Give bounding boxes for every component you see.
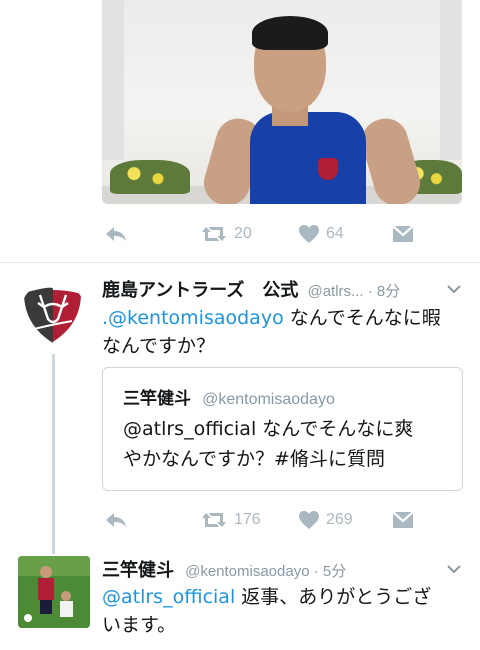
quoted-mention: @atlrs_official — [123, 418, 257, 440]
like-count: 64 — [326, 225, 344, 242]
display-name[interactable]: 三竿健斗 — [102, 560, 174, 581]
tweet1-text-line2: なんですか？ — [102, 335, 216, 357]
tweet1-actions: 176 269 — [102, 508, 422, 532]
handle-time[interactable]: @kentomisaodayo · 5分 — [185, 563, 346, 580]
retweet-button[interactable]: 20 — [200, 224, 252, 244]
quoted-header: 三竿健斗 @kentomisaodayo — [123, 384, 335, 409]
reply-icon — [106, 227, 126, 241]
player-photo-icon — [18, 556, 90, 628]
divider — [0, 262, 480, 263]
chevron-down-icon — [447, 285, 461, 294]
quoted-line2: やかなんですか？#脩斗に質問 — [123, 448, 385, 470]
tweet1-text: .@kentomisaodayo なんでそんなに暇 なんですか？ — [102, 304, 462, 360]
reply-button[interactable] — [104, 224, 128, 244]
top-tweet-actions: 20 64 — [102, 222, 422, 246]
retweet-button[interactable]: 176 — [200, 510, 261, 530]
like-button[interactable]: 64 — [298, 224, 344, 244]
retweet-icon — [202, 227, 226, 241]
tweet-photo[interactable] — [102, 0, 462, 204]
dm-button[interactable] — [392, 225, 414, 243]
tweet1-text-line1: なんでそんなに暇 — [283, 307, 441, 329]
mention-link[interactable]: .@kentomisaodayo — [102, 307, 284, 329]
mention-link[interactable]: @atlrs_official — [102, 586, 235, 608]
tweet1-menu[interactable] — [446, 280, 462, 299]
tweet1-header: 鹿島アントラーズ 公式 @atlrs... · 8分 — [102, 276, 442, 302]
heart-icon — [299, 511, 319, 529]
tweet2-line2: います。 — [102, 614, 177, 636]
antlers-logo-icon — [22, 287, 84, 345]
chevron-down-icon — [447, 565, 461, 574]
like-button[interactable]: 269 — [298, 510, 353, 530]
tweet2-text: @atlrs_official 返事、ありがとうござ います。 — [102, 583, 466, 639]
handle-time[interactable]: @atlrs... · 8分 — [307, 283, 400, 300]
retweet-count: 20 — [234, 225, 252, 242]
avatar-antlers[interactable] — [20, 281, 86, 347]
reply-button[interactable] — [104, 510, 128, 530]
tweet2-header: 三竿健斗 @kentomisaodayo · 5分 — [102, 556, 442, 582]
heart-icon — [299, 225, 319, 243]
quoted-handle: @kentomisaodayo — [202, 391, 335, 408]
quoted-display-name: 三竿健斗 — [123, 389, 191, 409]
dm-button[interactable] — [392, 511, 414, 529]
avatar-kentomisao[interactable] — [18, 556, 90, 628]
quoted-text: @atlrs_official なんでそんなに爽 やかなんですか？#脩斗に質問 — [123, 414, 453, 474]
display-name[interactable]: 鹿島アントラーズ 公式 — [102, 280, 298, 301]
like-count: 269 — [326, 511, 353, 528]
tweet2-line1: 返事、ありがとうござ — [235, 586, 432, 608]
thread-line — [52, 354, 55, 554]
quoted-line1: なんでそんなに爽 — [256, 418, 414, 440]
retweet-count: 176 — [234, 511, 261, 528]
retweet-icon — [202, 513, 226, 527]
dm-icon — [392, 225, 414, 242]
quoted-tweet[interactable]: 三竿健斗 @kentomisaodayo @atlrs_official なんで… — [102, 367, 463, 491]
reply-icon — [106, 513, 126, 527]
tweet2-menu[interactable] — [446, 560, 462, 579]
dm-icon — [392, 511, 414, 528]
